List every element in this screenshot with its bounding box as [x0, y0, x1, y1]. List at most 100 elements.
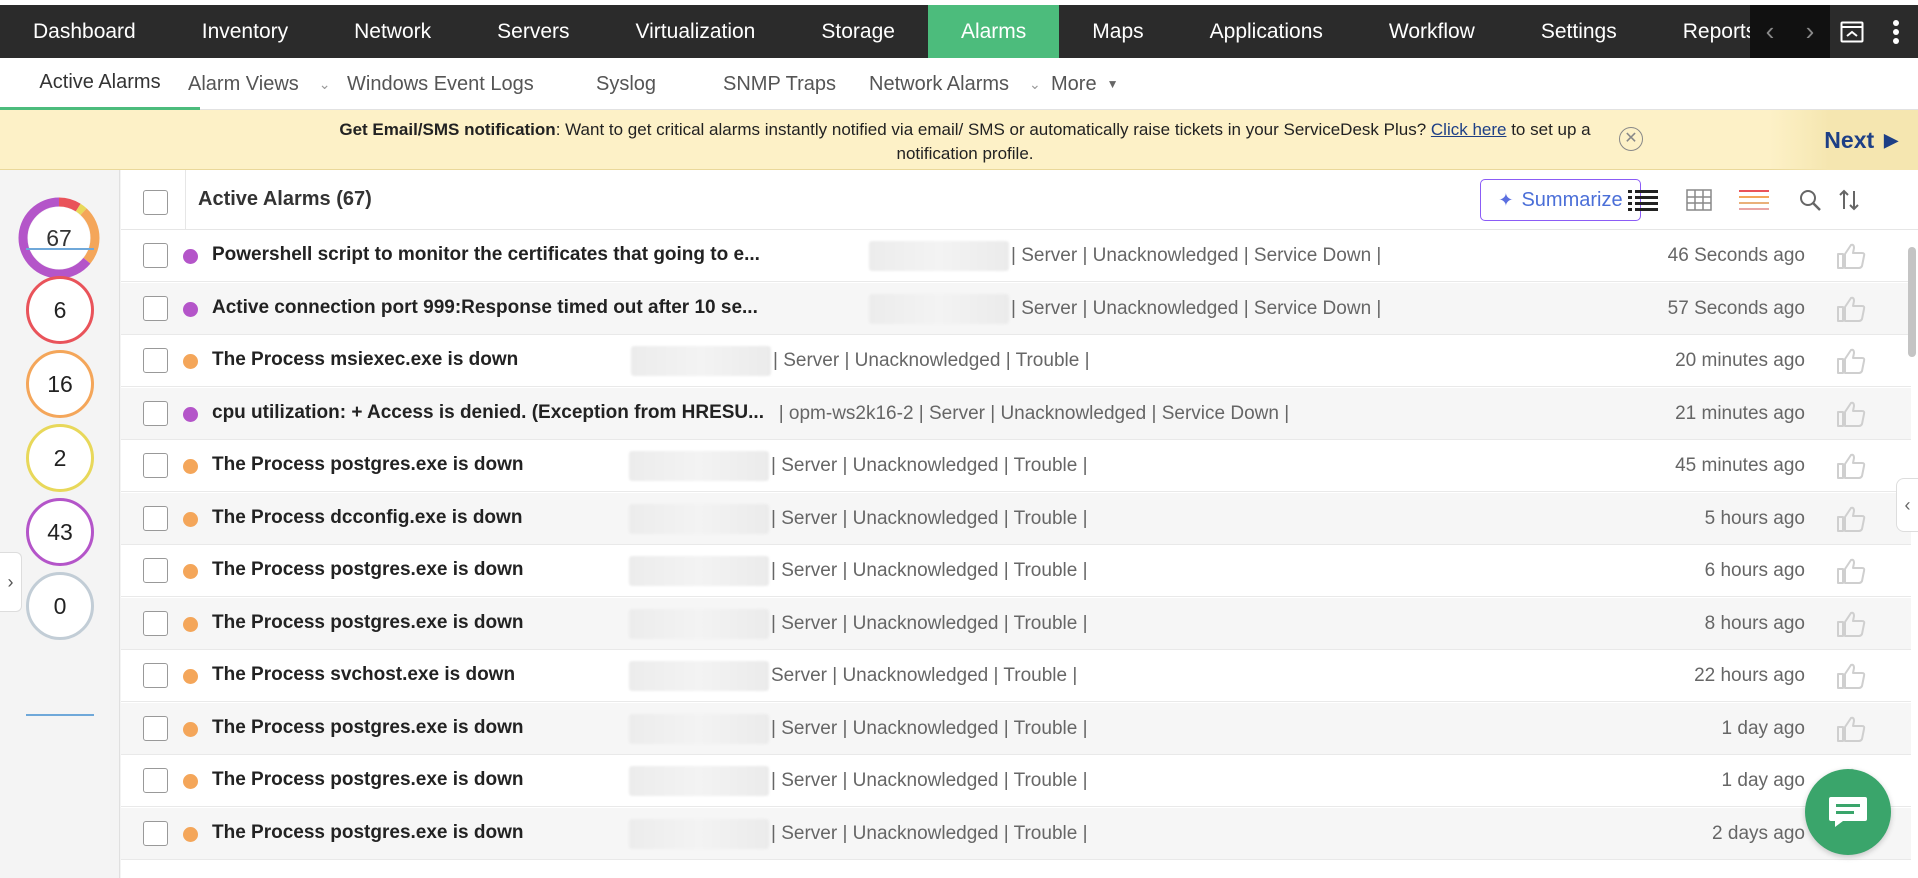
table-row[interactable]: The Process postgres.exe is down | Server…: [121, 807, 1911, 860]
table-row[interactable]: The Process postgres.exe is down | Server…: [121, 440, 1911, 492]
nav-item-storage[interactable]: Storage: [788, 5, 928, 58]
acknowledge-thumbs-up-icon[interactable]: [1836, 347, 1866, 375]
table-row[interactable]: Active connection port 999:Response time…: [121, 282, 1911, 335]
row-checkbox[interactable]: [143, 295, 168, 321]
nav-item-settings[interactable]: Settings: [1508, 5, 1650, 58]
nav-item-applications[interactable]: Applications: [1177, 5, 1356, 58]
row-checkbox[interactable]: [143, 348, 168, 373]
chat-button[interactable]: [1805, 769, 1891, 855]
summarize-button[interactable]: ✦ Summarize: [1480, 179, 1641, 221]
subnav-windows-event-logs[interactable]: Windows Event Logs: [347, 58, 534, 110]
subnav-active-alarms[interactable]: Active Alarms: [0, 58, 200, 110]
row-checkbox[interactable]: [143, 505, 168, 531]
chevron-left-icon[interactable]: ‹: [1750, 5, 1790, 58]
table-row[interactable]: The Process postgres.exe is down | Server…: [121, 597, 1911, 650]
row-checkbox[interactable]: [143, 400, 168, 426]
alarm-message[interactable]: The Process postgres.exe is down: [212, 769, 524, 791]
expand-rail-icon[interactable]: ›: [0, 552, 22, 612]
table-row[interactable]: The Process dcconfig.exe is down | Server…: [121, 492, 1911, 545]
subnav-syslog[interactable]: Syslog: [596, 58, 656, 110]
acknowledge-thumbs-up-icon[interactable]: [1836, 400, 1866, 428]
severity-count-clear[interactable]: 0: [26, 572, 94, 640]
alarm-message[interactable]: The Process postgres.exe is down: [212, 822, 524, 844]
table-row[interactable]: The Process postgres.exe is down | Server…: [121, 545, 1911, 597]
alarm-time: 22 hours ago: [1694, 665, 1805, 686]
acknowledge-thumbs-up-icon[interactable]: [1836, 557, 1866, 585]
alarm-message[interactable]: cpu utilization: + Access is denied. (Ex…: [212, 402, 764, 424]
table-row[interactable]: The Process postgres.exe is down | Server…: [121, 702, 1911, 755]
severity-count-trouble[interactable]: 16: [26, 350, 94, 418]
nav-item-alarms[interactable]: Alarms: [927, 5, 1060, 58]
row-checkbox[interactable]: [143, 610, 168, 636]
alarm-message[interactable]: The Process postgres.exe is down: [212, 612, 524, 634]
search-icon[interactable]: [1794, 186, 1826, 214]
acknowledge-thumbs-up-icon[interactable]: [1836, 505, 1866, 533]
severity-dot-icon: [183, 616, 198, 632]
sort-icon[interactable]: [1833, 186, 1865, 214]
acknowledge-thumbs-up-icon[interactable]: [1836, 715, 1866, 743]
banner-next-button[interactable]: Next ▶: [1770, 110, 1918, 170]
table-row[interactable]: cpu utilization: + Access is denied. (Ex…: [121, 387, 1911, 440]
nav-item-maps[interactable]: Maps: [1059, 5, 1176, 58]
alarm-message[interactable]: Active connection port 999:Response time…: [212, 297, 758, 319]
row-checkbox[interactable]: [143, 243, 168, 268]
table-row[interactable]: The Process postgres.exe is down | Server…: [121, 755, 1911, 807]
alarm-time: 8 hours ago: [1704, 612, 1805, 634]
alarm-time: 5 hours ago: [1704, 507, 1805, 529]
chevron-right-icon[interactable]: ›: [1790, 5, 1830, 58]
table-row[interactable]: The Process svchost.exe is down Server | …: [121, 650, 1911, 702]
list-view-icon[interactable]: [1627, 186, 1659, 214]
nav-item-network[interactable]: Network: [321, 5, 464, 58]
alarm-message[interactable]: The Process svchost.exe is down: [212, 664, 515, 686]
list-scrollbar[interactable]: [1908, 235, 1916, 875]
acknowledge-thumbs-up-icon[interactable]: [1836, 610, 1866, 638]
collapse-side-panel-icon[interactable]: ‹: [1896, 478, 1918, 532]
table-row[interactable]: Powershell script to monitor the certifi…: [121, 230, 1911, 282]
row-checkbox[interactable]: [143, 820, 168, 846]
severity-view-icon[interactable]: [1738, 186, 1770, 214]
acknowledge-thumbs-up-icon[interactable]: [1836, 295, 1866, 323]
alarm-message[interactable]: The Process postgres.exe is down: [212, 559, 524, 581]
severity-count-critical[interactable]: 6: [26, 276, 94, 344]
row-checkbox[interactable]: [143, 663, 168, 688]
banner-close-icon[interactable]: ✕: [1619, 127, 1643, 151]
alarm-device[interactable]: | opm-ws2k16-2: [779, 403, 914, 425]
alarm-message[interactable]: The Process msiexec.exe is down: [212, 349, 518, 371]
alarm-message[interactable]: Powershell script to monitor the certifi…: [212, 244, 760, 266]
alarm-message[interactable]: The Process postgres.exe is down: [212, 454, 524, 476]
row-checkbox[interactable]: [143, 715, 168, 741]
grid-view-icon[interactable]: [1683, 186, 1715, 214]
nav-item-reports[interactable]: Reports: [1650, 5, 1750, 58]
alarm-message[interactable]: The Process postgres.exe is down: [212, 717, 524, 739]
acknowledge-thumbs-up-icon[interactable]: [1836, 242, 1866, 270]
subnav-more[interactable]: More ▼: [1051, 58, 1118, 110]
nav-item-workflow[interactable]: Workflow: [1356, 5, 1508, 58]
severity-count-service-down[interactable]: 43: [26, 498, 94, 566]
alarm-time: 45 minutes ago: [1675, 455, 1805, 476]
subnav-network-alarms[interactable]: Network Alarms ⌄: [869, 58, 1041, 110]
device-name: opm-ws2k16-2: [788, 402, 914, 424]
acknowledge-thumbs-up-icon[interactable]: [1836, 452, 1866, 480]
rail-divider: [26, 248, 94, 250]
kebab-menu-icon[interactable]: [1874, 5, 1918, 58]
subnav-alarm-views[interactable]: Alarm Views ⌄: [188, 58, 331, 110]
table-row[interactable]: The Process msiexec.exe is down | Server …: [121, 335, 1911, 387]
banner-click-here-link[interactable]: Click here: [1431, 120, 1507, 139]
row-checkbox[interactable]: [143, 453, 168, 478]
alarm-meta: | Server | Unacknowledged | Trouble |: [771, 770, 1088, 791]
severity-count-attention[interactable]: 2: [26, 424, 94, 492]
nav-item-dashboard[interactable]: Dashboard: [0, 5, 169, 58]
row-checkbox[interactable]: [143, 768, 168, 793]
alarm-message[interactable]: The Process dcconfig.exe is down: [212, 507, 522, 529]
alarm-meta: Server | Unacknowledged | Trouble |: [771, 665, 1078, 686]
window-icon[interactable]: [1830, 5, 1874, 58]
subnav-snmp-traps[interactable]: SNMP Traps: [723, 58, 836, 110]
row-checkbox[interactable]: [143, 558, 168, 583]
nav-item-servers[interactable]: Servers: [464, 5, 602, 58]
nav-item-virtualization[interactable]: Virtualization: [603, 5, 789, 58]
select-all-checkbox[interactable]: [143, 190, 168, 215]
nav-item-inventory[interactable]: Inventory: [169, 5, 321, 58]
scrollbar-thumb[interactable]: [1908, 247, 1916, 357]
chat-icon: [1829, 797, 1867, 827]
acknowledge-thumbs-up-icon[interactable]: [1836, 662, 1866, 690]
